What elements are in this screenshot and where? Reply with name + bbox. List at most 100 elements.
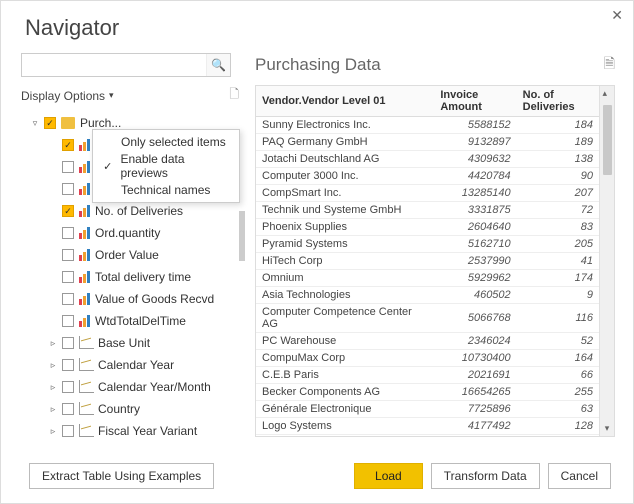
tree-item-label: Ord.quantity xyxy=(95,226,160,240)
tree-item[interactable]: ▹Fiscal Year Variant xyxy=(21,420,243,442)
menu-enable-previews[interactable]: ✓ Enable data previews xyxy=(93,154,239,178)
checkbox[interactable] xyxy=(62,161,74,173)
menu-only-selected[interactable]: Only selected items xyxy=(93,130,239,154)
cell-deliveries: 83 xyxy=(517,219,599,236)
table-row[interactable]: Becker Components AG16654265255 xyxy=(256,384,599,401)
table-row[interactable]: PC Warehouse234602452 xyxy=(256,333,599,350)
tree-item-label: Order Value xyxy=(95,248,159,262)
table-row[interactable]: SAPSOTA Corp3416407 xyxy=(256,435,599,437)
table-row[interactable]: Logo Systems4177492128 xyxy=(256,418,599,435)
cell-invoice: 4177492 xyxy=(434,418,516,435)
tree-item[interactable]: ▹Calendar Year/Month xyxy=(21,376,243,398)
search-input[interactable] xyxy=(22,58,206,72)
scroll-up-icon[interactable]: ▴ xyxy=(603,86,612,101)
checkbox[interactable] xyxy=(62,271,74,283)
checkbox[interactable] xyxy=(62,249,74,261)
tree-item[interactable]: Total delivery time xyxy=(21,266,243,288)
table-row[interactable]: Pyramid Systems5162710205 xyxy=(256,236,599,253)
checkbox[interactable]: ✓ xyxy=(62,205,74,217)
scroll-down-icon[interactable]: ▾ xyxy=(605,421,610,436)
table-row[interactable]: HiTech Corp253799041 xyxy=(256,253,599,270)
checkbox[interactable] xyxy=(62,315,74,327)
checkbox[interactable] xyxy=(62,425,74,437)
scrollbar[interactable]: ▴ ▾ xyxy=(599,86,614,436)
table-row[interactable]: Computer 3000 Inc.442078490 xyxy=(256,168,599,185)
checkbox[interactable] xyxy=(62,359,74,371)
col-header[interactable]: Vendor.Vendor Level 01 xyxy=(256,86,434,117)
col-header[interactable]: Invoice Amount xyxy=(434,86,516,117)
table-row[interactable]: Sunny Electronics Inc.5588152184 xyxy=(256,117,599,134)
search-box: 🔍 xyxy=(21,53,231,77)
tree-item[interactable]: ▹ Base Unit xyxy=(21,332,243,354)
table-row[interactable]: CompSmart Inc.13285140207 xyxy=(256,185,599,202)
tree-item[interactable]: Value of Goods Recvd xyxy=(21,288,243,310)
expand-icon[interactable]: ▹ xyxy=(49,338,57,349)
cell-deliveries: 9 xyxy=(517,287,599,304)
cell-invoice: 2604640 xyxy=(434,219,516,236)
checkbox[interactable] xyxy=(62,227,74,239)
table-row[interactable]: PAQ Germany GmbH9132897189 xyxy=(256,134,599,151)
table-row[interactable]: Computer Competence Center AG5066768116 xyxy=(256,304,599,333)
tree-item[interactable]: Ord.quantity xyxy=(21,222,243,244)
cell-vendor: SAPSOTA Corp xyxy=(256,435,434,437)
checkbox[interactable] xyxy=(62,183,74,195)
dialog-title: Navigator xyxy=(1,1,633,53)
checkbox[interactable] xyxy=(62,403,74,415)
cell-vendor: Omnium xyxy=(256,270,434,287)
table-row[interactable]: Omnium5929962174 xyxy=(256,270,599,287)
checkbox[interactable] xyxy=(62,337,74,349)
col-header[interactable]: No. of Deliveries xyxy=(517,86,599,117)
extract-table-button[interactable]: Extract Table Using Examples xyxy=(29,463,214,489)
cell-invoice: 2021691 xyxy=(434,367,516,384)
cell-deliveries: 205 xyxy=(517,236,599,253)
collapse-icon[interactable]: ▿ xyxy=(31,118,39,129)
bars-icon xyxy=(79,315,90,327)
display-options-dropdown[interactable]: Display Options ▾ 🗋 xyxy=(21,83,243,112)
cell-invoice: 13285140 xyxy=(434,185,516,202)
expand-icon[interactable]: ▹ xyxy=(49,426,57,437)
transform-data-button[interactable]: Transform Data xyxy=(431,463,540,489)
expand-icon[interactable]: ▹ xyxy=(49,382,57,393)
cell-vendor: Logo Systems xyxy=(256,418,434,435)
checkbox[interactable] xyxy=(62,293,74,305)
table-row[interactable]: Générale Electronique772589663 xyxy=(256,401,599,418)
cancel-button[interactable]: Cancel xyxy=(548,463,611,489)
table-row[interactable]: Phoenix Supplies260464083 xyxy=(256,219,599,236)
cell-deliveries: 52 xyxy=(517,333,599,350)
close-icon[interactable]: ✕ xyxy=(611,7,623,24)
expand-icon[interactable]: ▹ xyxy=(49,404,57,415)
cell-deliveries: 189 xyxy=(517,134,599,151)
cell-invoice: 4420784 xyxy=(434,168,516,185)
tree-root-label: Purch... xyxy=(80,116,121,130)
scroll-thumb[interactable] xyxy=(603,105,612,175)
checkbox[interactable]: ✓ xyxy=(44,117,56,129)
tree-item[interactable]: ▹Country xyxy=(21,398,243,420)
table-row[interactable]: C.E.B Paris202169166 xyxy=(256,367,599,384)
table-row[interactable]: Jotachi Deutschland AG4309632138 xyxy=(256,151,599,168)
tree-item-label: Base Unit xyxy=(98,336,150,350)
cell-invoice: 4309632 xyxy=(434,151,516,168)
bars-icon xyxy=(79,205,90,217)
load-button[interactable]: Load xyxy=(354,463,423,489)
cell-vendor: Computer 3000 Inc. xyxy=(256,168,434,185)
checkbox[interactable] xyxy=(62,381,74,393)
cell-vendor: CompSmart Inc. xyxy=(256,185,434,202)
search-icon[interactable]: 🔍 xyxy=(206,54,230,76)
tree-item[interactable]: ✓No. of Deliveries xyxy=(21,200,243,222)
tree-item[interactable]: ▹Calendar Year xyxy=(21,354,243,376)
table-row[interactable]: CompuMax Corp10730400164 xyxy=(256,350,599,367)
cell-invoice: 10730400 xyxy=(434,350,516,367)
line-chart-icon xyxy=(79,403,93,415)
refresh-icon[interactable]: 🗋 xyxy=(229,85,243,106)
menu-label: Enable data previews xyxy=(120,152,231,180)
cell-deliveries: 184 xyxy=(517,117,599,134)
expand-icon[interactable]: ▹ xyxy=(49,360,57,371)
cell-vendor: PAQ Germany GmbH xyxy=(256,134,434,151)
sheet-icon[interactable]: 🗎 xyxy=(604,53,615,77)
tree-item[interactable]: WtdTotalDelTime xyxy=(21,310,243,332)
tree-item[interactable]: Order Value xyxy=(21,244,243,266)
table-row[interactable]: Asia Technologies4605029 xyxy=(256,287,599,304)
menu-technical-names[interactable]: Technical names xyxy=(93,178,239,202)
checkbox[interactable]: ✓ xyxy=(62,139,74,151)
table-row[interactable]: Technik und Systeme GmbH333187572 xyxy=(256,202,599,219)
